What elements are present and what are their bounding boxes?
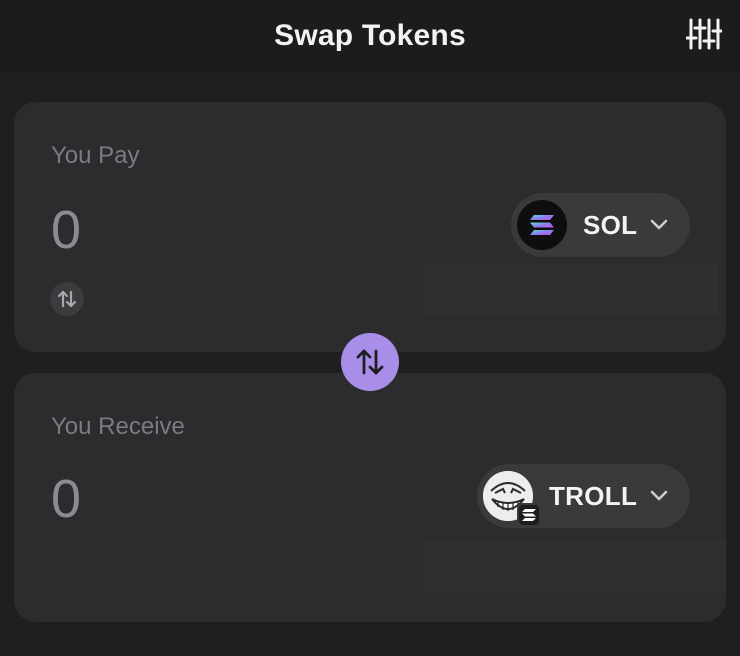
receive-token-selector[interactable]: TROLL	[477, 464, 690, 528]
receive-token-symbol: TROLL	[549, 480, 638, 511]
receive-label: You Receive	[51, 413, 185, 440]
toggle-currency-button[interactable]	[50, 282, 84, 316]
receive-amount-input[interactable]: 0	[51, 468, 81, 530]
solana-badge-icon	[517, 503, 541, 527]
page-title: Swap Tokens	[274, 19, 466, 52]
troll-face-icon	[483, 471, 541, 527]
header: Swap Tokens	[0, 0, 740, 72]
pay-token-selector[interactable]: SOL	[511, 193, 690, 257]
pay-card: You Pay 0 SOL	[14, 102, 726, 352]
sliders-icon	[686, 18, 722, 50]
swap-direction-button[interactable]	[341, 333, 399, 391]
pay-amount-input[interactable]: 0	[51, 199, 81, 261]
swap-arrows-icon	[356, 349, 384, 375]
swap-arrows-icon	[57, 290, 77, 308]
receive-usd-value	[423, 539, 726, 591]
pay-usd-value	[423, 264, 718, 316]
chevron-down-icon	[650, 219, 668, 231]
pay-token-symbol: SOL	[583, 209, 638, 240]
pay-label: You Pay	[51, 142, 140, 169]
receive-card: You Receive 0 TROLL	[14, 373, 726, 622]
solana-logo-icon	[517, 200, 567, 250]
chevron-down-icon	[650, 490, 668, 502]
settings-button[interactable]	[684, 14, 724, 54]
